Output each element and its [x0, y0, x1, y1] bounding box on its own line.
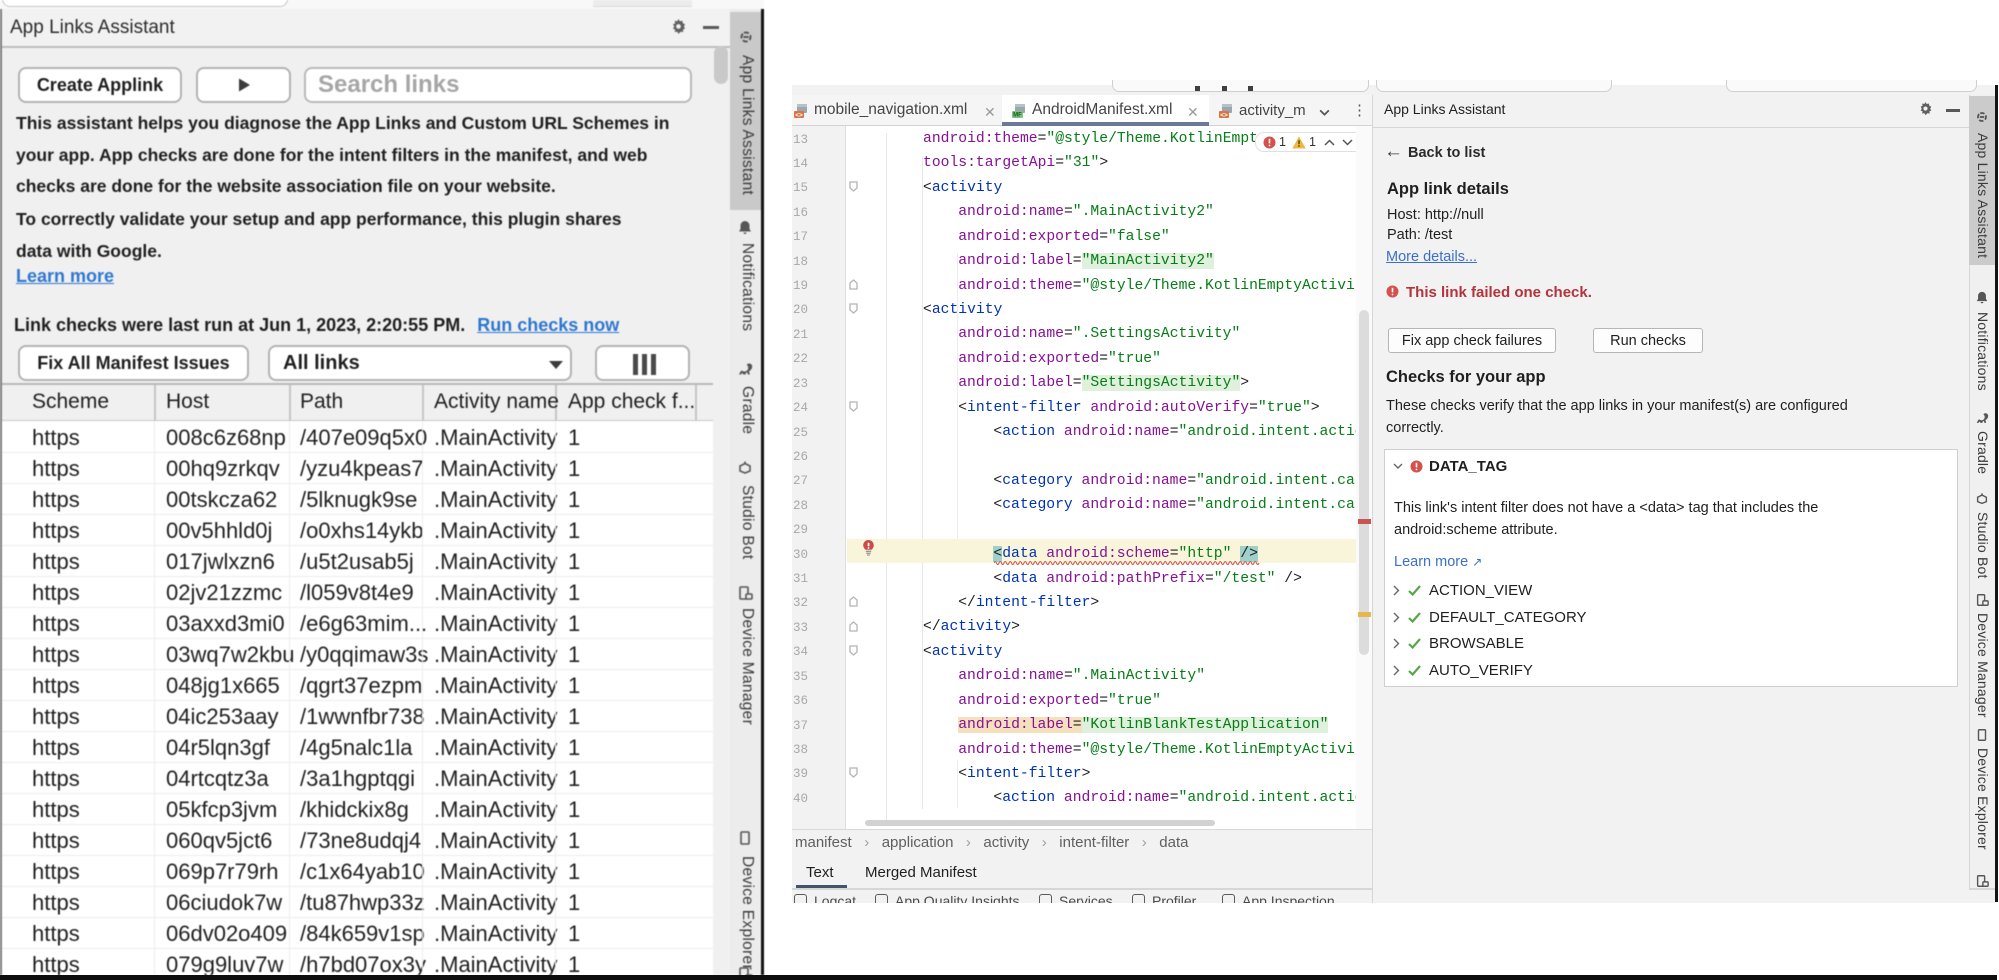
svg-text:<>: <>: [795, 112, 803, 119]
svg-text:<>: <>: [1220, 112, 1228, 119]
svg-text:MF: MF: [1013, 113, 1022, 119]
